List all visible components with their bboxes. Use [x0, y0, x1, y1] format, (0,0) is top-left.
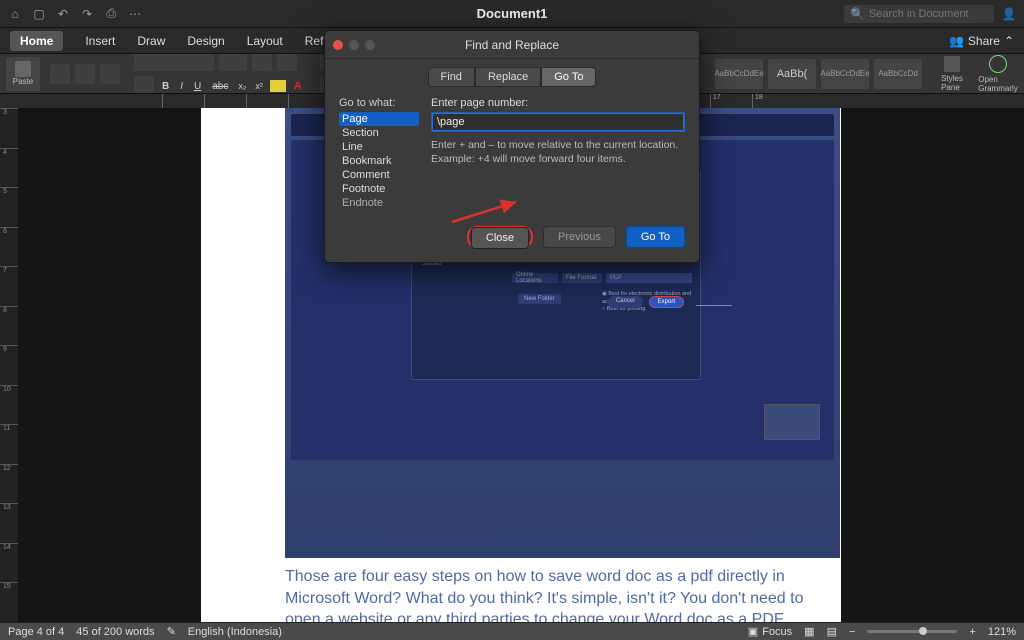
italic-button[interactable]: I — [177, 81, 186, 92]
chevron-up-icon[interactable]: ⌃ — [1004, 34, 1014, 48]
style-heading2[interactable]: AaBbCcDdEe — [821, 59, 869, 89]
grammarly-button[interactable]: Open Grammarly — [978, 55, 1018, 93]
vertical-ruler[interactable]: 34567 89101112 131415 — [0, 108, 18, 622]
status-spellcheck-icon[interactable]: ✎ — [167, 625, 176, 638]
tab-layout[interactable]: Layout — [247, 34, 283, 48]
styles-pane-button[interactable]: Styles Pane — [932, 56, 972, 92]
undo-icon[interactable]: ↶ — [56, 7, 70, 21]
highlight-button[interactable] — [270, 80, 286, 92]
subscript-button[interactable]: x₂ — [236, 81, 248, 91]
zoom-level[interactable]: 121% — [988, 626, 1016, 638]
font-dropdown[interactable] — [134, 54, 214, 71]
search-box[interactable]: 🔍 — [844, 5, 994, 23]
search-input[interactable] — [869, 8, 988, 20]
print-icon[interactable]: ⎙ — [104, 7, 118, 21]
tab-design[interactable]: Design — [187, 34, 224, 48]
status-page[interactable]: Page 4 of 4 — [8, 626, 64, 638]
find-replace-dialog: Find and Replace Find Replace Go To Go t… — [324, 30, 700, 263]
style-emphasis[interactable]: AaBbCcDd — [874, 59, 922, 89]
status-words[interactable]: 45 of 200 words — [76, 626, 154, 638]
goto-hint: Enter + and – to move relative to the cu… — [431, 138, 685, 166]
embedded-export: Export — [649, 296, 684, 308]
view-print-icon[interactable]: ▦ — [804, 625, 814, 638]
style-heading1[interactable]: AaBb( — [768, 59, 816, 89]
save-icon[interactable]: ▢ — [32, 7, 46, 21]
tab-insert[interactable]: Insert — [85, 34, 115, 48]
underline-button[interactable]: U — [191, 81, 204, 92]
page-number-label: Enter page number: — [431, 97, 685, 109]
status-language[interactable]: English (Indonesia) — [188, 626, 282, 638]
bold-button[interactable]: B — [159, 81, 172, 92]
share-icon: 👥 — [949, 34, 964, 48]
zoom-out[interactable]: − — [849, 626, 855, 638]
style-normal[interactable]: AaBbCcDdEe — [715, 59, 763, 89]
share-button[interactable]: 👥 Share ⌃ — [949, 34, 1014, 48]
goto-what-label: Go to what: — [339, 97, 419, 109]
file-format-label: File Format — [562, 273, 602, 283]
grow-font[interactable] — [252, 54, 272, 71]
close-window-icon[interactable] — [333, 40, 343, 50]
view-web-icon[interactable]: ▤ — [827, 625, 837, 638]
goto-item-line[interactable]: Line — [339, 140, 419, 154]
tab-replace[interactable]: Replace — [475, 67, 541, 87]
cut-button[interactable] — [50, 64, 70, 84]
status-bar: Page 4 of 4 45 of 200 words ✎ English (I… — [0, 622, 1024, 640]
home-icon[interactable]: ⌂ — [8, 7, 22, 21]
more-icon[interactable]: ⋯ — [128, 7, 142, 21]
copy-button[interactable] — [75, 64, 95, 84]
goto-item-section[interactable]: Section — [339, 126, 419, 140]
online-locations: Online Locations — [512, 273, 558, 283]
shrink-font[interactable] — [277, 54, 297, 71]
tab-draw[interactable]: Draw — [137, 34, 165, 48]
goto-item-comment[interactable]: Comment — [339, 168, 419, 182]
page-number-input[interactable] — [431, 112, 685, 132]
zoom-in[interactable]: + — [969, 626, 975, 638]
focus-mode[interactable]: ▣ Focus — [748, 625, 792, 638]
tab-home[interactable]: Home — [10, 31, 63, 51]
previous-button: Previous — [543, 226, 616, 248]
dialog-title: Find and Replace — [465, 38, 559, 52]
font-size[interactable] — [219, 54, 247, 71]
file-format-value: PDF — [606, 273, 692, 283]
zoom-window-icon[interactable] — [365, 40, 375, 50]
goto-item-footnote[interactable]: Footnote — [339, 182, 419, 196]
embedded-cancel: Cancel — [608, 296, 643, 308]
clear-format[interactable] — [134, 76, 154, 94]
goto-item-endnote[interactable]: Endnote — [339, 196, 419, 210]
document-title: Document1 — [477, 6, 548, 21]
strike-button[interactable]: abc — [209, 81, 231, 92]
document-text[interactable]: Those are four easy steps on how to save… — [285, 560, 840, 622]
tab-goto[interactable]: Go To — [541, 67, 596, 87]
zoom-slider[interactable] — [867, 630, 957, 633]
goto-item-bookmark[interactable]: Bookmark — [339, 154, 419, 168]
goto-button[interactable]: Go To — [626, 226, 685, 248]
goto-item-page[interactable]: Page — [339, 112, 419, 126]
minimize-window-icon[interactable] — [349, 40, 359, 50]
redo-icon[interactable]: ↷ — [80, 7, 94, 21]
superscript-button[interactable]: x² — [253, 81, 265, 91]
search-icon: 🔍 — [850, 7, 865, 21]
paste-button[interactable]: Paste — [6, 57, 40, 91]
font-color-button[interactable]: A — [291, 80, 305, 92]
title-bar: ⌂ ▢ ↶ ↷ ⎙ ⋯ Document1 🔍 👤 — [0, 0, 1024, 28]
format-painter-button[interactable] — [100, 64, 120, 84]
tab-find[interactable]: Find — [428, 67, 475, 87]
close-button[interactable]: Close — [471, 227, 529, 249]
account-icon[interactable]: 👤 — [1002, 7, 1016, 21]
